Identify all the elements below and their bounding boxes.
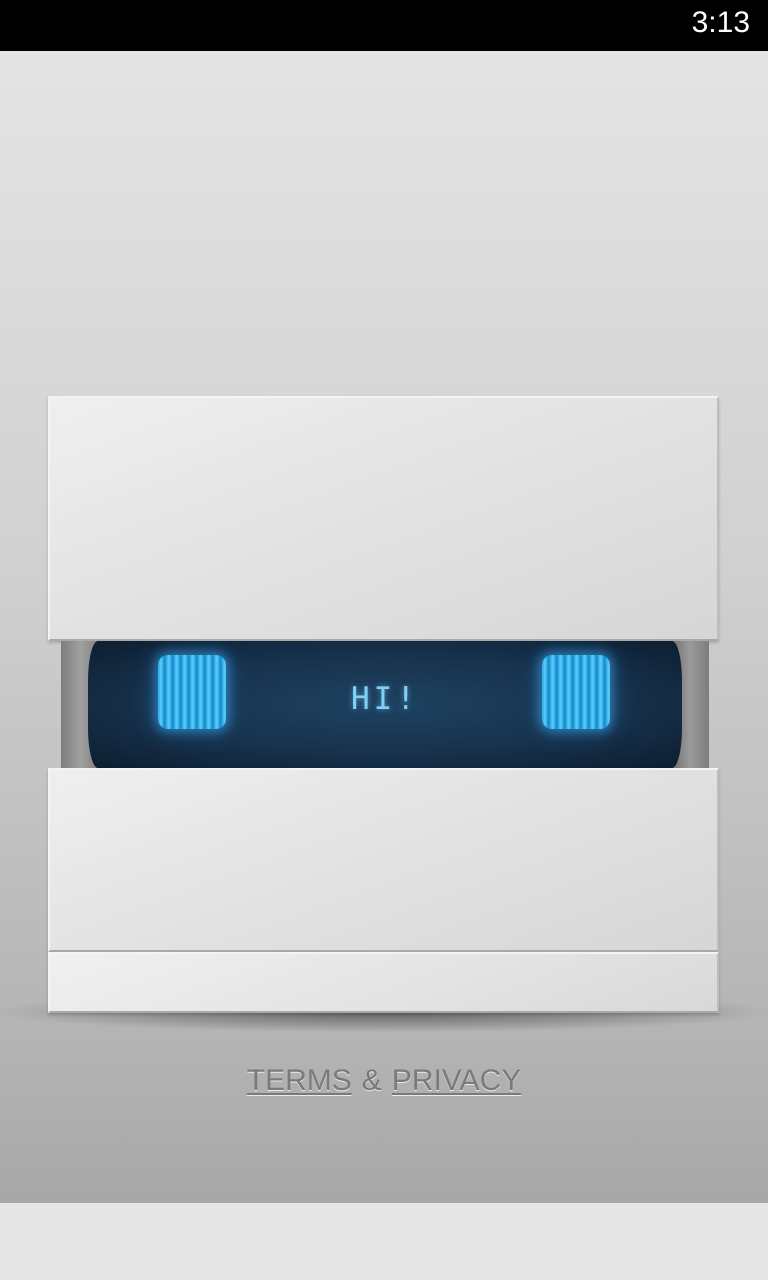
robot-screen-frame: HI! bbox=[61, 641, 709, 768]
bottom-bar bbox=[0, 1203, 768, 1280]
privacy-link[interactable]: PRIVACY bbox=[392, 1064, 521, 1097]
robot-top-panel bbox=[48, 396, 719, 641]
robot-screen: HI! bbox=[88, 641, 682, 768]
status-time: 3:13 bbox=[691, 6, 750, 39]
robot-right-eye bbox=[542, 655, 610, 729]
status-bar: 3:13 bbox=[0, 0, 768, 51]
terms-privacy-links: TERMS & PRIVACY bbox=[0, 1064, 768, 1098]
robot-bottom-panel bbox=[48, 768, 719, 952]
robot-base-panel bbox=[48, 952, 719, 1013]
terms-link[interactable]: TERMS bbox=[247, 1064, 352, 1097]
robot-illustration: HI! bbox=[0, 396, 768, 1032]
links-separator: & bbox=[361, 1064, 382, 1097]
